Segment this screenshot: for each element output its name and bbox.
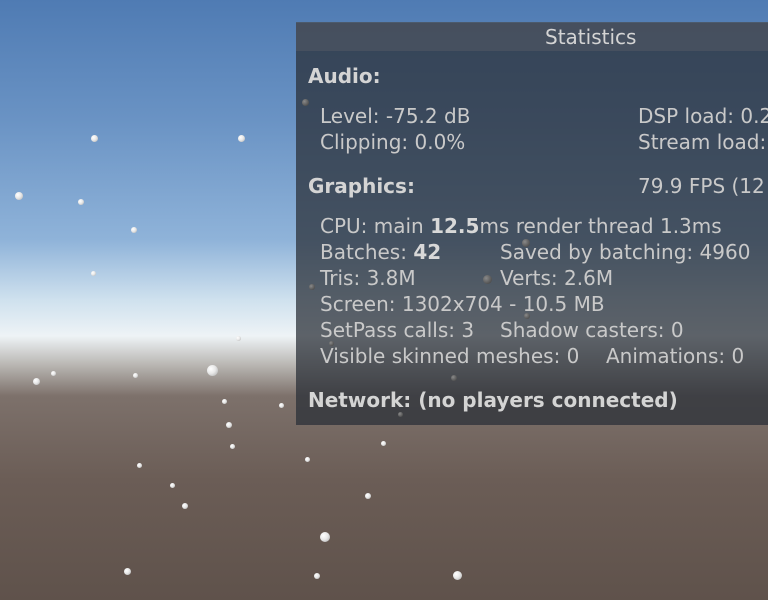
audio-clipping: Clipping: 0.0% xyxy=(320,130,466,154)
statistics-panel: Statistics Audio: Level: -75.2 dB DSP lo… xyxy=(296,22,768,425)
sphere xyxy=(305,457,310,462)
sphere xyxy=(236,336,241,341)
graphics-animations: Animations: 0 xyxy=(606,344,745,368)
sphere xyxy=(124,568,131,575)
sphere xyxy=(137,463,142,468)
sphere xyxy=(33,378,40,385)
sphere xyxy=(91,271,96,276)
audio-level: Level: -75.2 dB xyxy=(320,104,471,128)
graphics-setpass-calls: SetPass calls: 3 xyxy=(320,318,475,342)
sphere xyxy=(309,284,315,290)
sphere xyxy=(398,412,403,417)
sphere xyxy=(230,444,235,449)
audio-heading: Audio: xyxy=(308,64,381,88)
graphics-verts: Verts: 2.6M xyxy=(500,266,614,290)
sphere xyxy=(314,573,320,579)
sphere xyxy=(381,441,386,446)
sphere xyxy=(279,403,284,408)
sphere xyxy=(320,532,330,542)
audio-stream-load: Stream load: xyxy=(638,130,767,154)
sphere xyxy=(133,373,138,378)
graphics-fps: 79.9 FPS (12 xyxy=(638,174,765,198)
graphics-tris: Tris: 3.8M xyxy=(320,266,416,290)
network-status: Network: (no players connected) xyxy=(308,388,678,412)
cpu-render-thread: ms render thread 1.3ms xyxy=(479,214,722,238)
sphere xyxy=(238,135,245,142)
batches-value: 42 xyxy=(413,240,442,264)
sphere xyxy=(226,422,232,428)
sphere xyxy=(453,571,462,580)
sphere xyxy=(15,192,23,200)
sphere xyxy=(131,227,137,233)
statistics-title: Statistics xyxy=(296,23,768,51)
graphics-visible-skinned-meshes: Visible skinned meshes: 0 xyxy=(320,344,580,368)
sphere xyxy=(91,135,98,142)
sphere xyxy=(207,365,218,376)
graphics-batches: Batches: 42 xyxy=(320,240,441,264)
cpu-main-value: 12.5 xyxy=(430,214,480,238)
sphere xyxy=(365,493,371,499)
graphics-shadow-casters: Shadow casters: 0 xyxy=(500,318,684,342)
cpu-label: CPU: main xyxy=(320,214,431,238)
game-viewport: Statistics Audio: Level: -75.2 dB DSP lo… xyxy=(0,0,768,600)
sphere xyxy=(302,99,309,106)
sphere xyxy=(182,503,188,509)
graphics-screen: Screen: 1302x704 - 10.5 MB xyxy=(320,292,605,316)
graphics-cpu: CPU: main 12.5ms render thread 1.3ms xyxy=(320,214,722,238)
batches-label: Batches: xyxy=(320,240,414,264)
sphere xyxy=(170,483,175,488)
sphere xyxy=(222,399,227,404)
audio-dsp-load: DSP load: 0.2 xyxy=(638,104,768,128)
graphics-heading: Graphics: xyxy=(308,174,415,198)
sphere xyxy=(483,275,492,284)
sphere xyxy=(451,375,457,381)
sphere xyxy=(51,371,56,376)
sphere xyxy=(78,199,84,205)
graphics-saved-by-batching: Saved by batching: 4960 xyxy=(500,240,751,264)
